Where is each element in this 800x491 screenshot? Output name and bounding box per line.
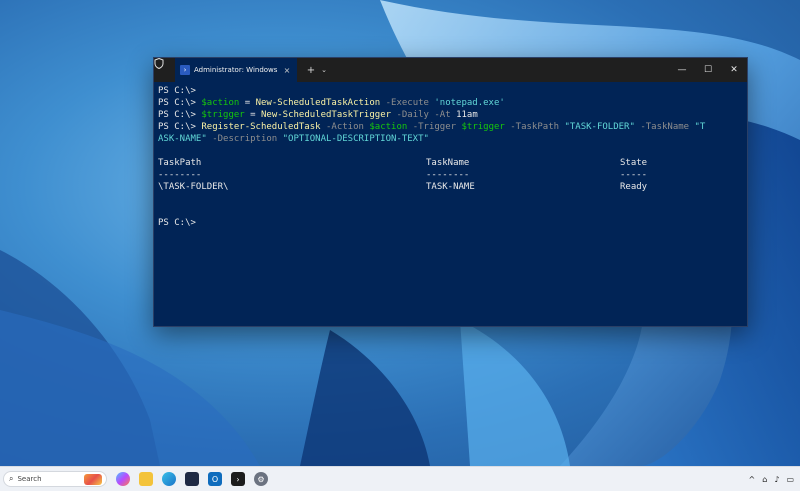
cell-taskname: TASK-NAME xyxy=(426,182,475,192)
terminal-line-prompt: PS C:\> xyxy=(158,217,743,229)
cmdlet: New-ScheduledTaskAction xyxy=(255,98,381,108)
string-value: "T xyxy=(694,122,706,132)
string-value: 'notepad.exe' xyxy=(434,98,505,108)
terminal-line-2: PS C:\> $action = New-ScheduledTaskActio… xyxy=(158,97,743,109)
taskbar-search-box[interactable]: ⌕ Search xyxy=(3,471,107,487)
operator: = xyxy=(244,110,261,120)
battery-icon[interactable]: ▭ xyxy=(786,475,794,484)
prompt: PS C:\> xyxy=(158,110,196,120)
prompt: PS C:\> xyxy=(158,86,196,96)
string-value: "TASK-FOLDER" xyxy=(564,122,635,132)
argument-value: 11am xyxy=(456,110,478,120)
terminal-window[interactable]: › Administrator: Windows Pow × + ⌄ — ☐ ✕… xyxy=(153,57,748,327)
shield-icon xyxy=(154,58,171,76)
terminal-taskbar-icon[interactable]: › xyxy=(231,472,245,486)
tab-title: Administrator: Windows Pow xyxy=(194,66,278,74)
tab-powershell[interactable]: › Administrator: Windows Pow × xyxy=(175,58,297,82)
file-explorer-icon[interactable] xyxy=(139,472,153,486)
separator: -------- xyxy=(426,170,470,180)
tray-chevron-icon[interactable]: ^ xyxy=(749,475,756,484)
store-icon[interactable] xyxy=(185,472,199,486)
parameter: -TaskName xyxy=(634,122,695,132)
new-tab-button[interactable]: + xyxy=(303,65,319,76)
maximize-button[interactable]: ☐ xyxy=(695,58,721,82)
volume-icon[interactable]: ♪ xyxy=(774,475,779,484)
column-header-taskpath: TaskPath xyxy=(158,158,202,168)
table-header-row: TaskPath TaskName State xyxy=(158,157,743,169)
terminal-line-1: PS C:\> xyxy=(158,85,743,97)
operator: = xyxy=(239,98,256,108)
prompt: PS C:\> xyxy=(158,122,196,132)
minimize-button[interactable]: — xyxy=(669,58,695,82)
settings-gear-icon[interactable]: ⚙ xyxy=(254,472,268,486)
copilot-icon[interactable] xyxy=(116,472,130,486)
string-value: ASK-NAME" xyxy=(158,134,207,144)
search-label: Search xyxy=(17,475,42,483)
terminal-output[interactable]: PS C:\> PS C:\> $action = New-ScheduledTa… xyxy=(154,82,747,232)
desktop-wallpaper: › Administrator: Windows Pow × + ⌄ — ☐ ✕… xyxy=(0,0,800,466)
variable-trigger: $trigger xyxy=(201,110,245,120)
parameter: -At xyxy=(428,110,457,120)
separator: ----- xyxy=(620,170,648,180)
parameter: -Action xyxy=(320,122,370,132)
search-highlight-icon xyxy=(84,474,102,485)
cmdlet: Register-ScheduledTask xyxy=(201,122,321,132)
cell-state: Ready xyxy=(620,182,648,192)
variable-action: $action xyxy=(201,98,240,108)
taskbar: ⌕ Search O › ⚙ ^ ⌂ ♪ ▭ xyxy=(0,466,800,491)
prompt: PS C:\> xyxy=(158,98,196,108)
parameter: -Trigger xyxy=(407,122,462,132)
variable-trigger: $trigger xyxy=(461,122,505,132)
edge-browser-icon[interactable] xyxy=(162,472,176,486)
parameter: -TaskPath xyxy=(504,122,565,132)
column-header-taskname: TaskName xyxy=(426,158,470,168)
separator: -------- xyxy=(158,170,202,180)
outlook-icon[interactable]: O xyxy=(208,472,222,486)
cell-taskpath: \TASK-FOLDER\ xyxy=(158,182,229,192)
terminal-line-3: PS C:\> $trigger = New-ScheduledTaskTrig… xyxy=(158,109,743,121)
parameter: -Execute xyxy=(380,98,435,108)
table-separator-row: -------- -------- ----- xyxy=(158,169,743,181)
column-header-state: State xyxy=(620,158,648,168)
parameter: -Daily xyxy=(391,110,429,120)
title-bar[interactable]: › Administrator: Windows Pow × + ⌄ — ☐ ✕ xyxy=(154,58,747,82)
cmdlet: New-ScheduledTaskTrigger xyxy=(260,110,392,120)
terminal-line-4: PS C:\> Register-ScheduledTask -Action $… xyxy=(158,121,743,133)
tab-close-button[interactable]: × xyxy=(282,66,292,75)
parameter: -Description xyxy=(206,134,283,144)
close-button[interactable]: ✕ xyxy=(721,58,747,82)
variable-action: $action xyxy=(369,122,408,132)
prompt: PS C:\> xyxy=(158,218,196,228)
table-row: \TASK-FOLDER\ TASK-NAME Ready xyxy=(158,181,743,193)
network-icon[interactable]: ⌂ xyxy=(762,475,767,484)
search-icon: ⌕ xyxy=(9,474,14,483)
terminal-line-5: ASK-NAME" -Description "OPTIONAL-DESCRIP… xyxy=(158,133,743,145)
system-tray: ^ ⌂ ♪ ▭ xyxy=(749,467,794,491)
string-value: "OPTIONAL-DESCRIPTION-TEXT" xyxy=(282,134,429,144)
powershell-icon: › xyxy=(180,65,190,75)
tab-dropdown-button[interactable]: ⌄ xyxy=(319,66,329,74)
